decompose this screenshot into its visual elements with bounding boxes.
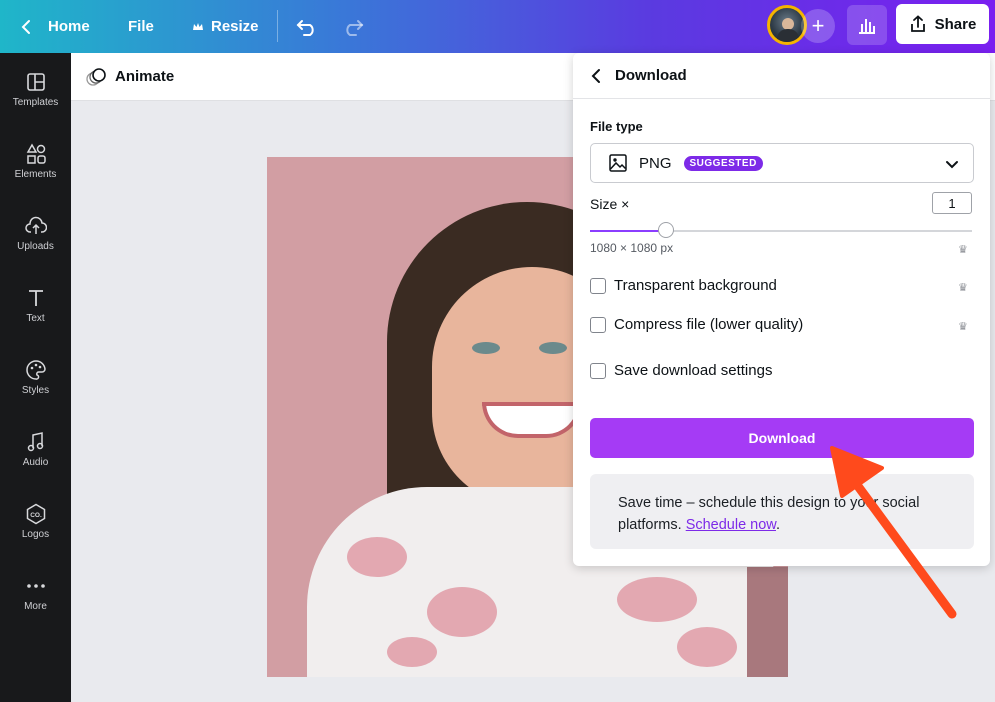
photo-eye-right <box>539 342 567 354</box>
photo-eye-left <box>472 342 500 354</box>
sidebar-item-templates[interactable]: Templates <box>0 65 71 129</box>
svg-text:CO.: CO. <box>30 512 42 519</box>
redo-button[interactable] <box>342 0 364 53</box>
save-settings-checkbox[interactable] <box>590 362 606 379</box>
download-button[interactable]: Download <box>590 418 974 458</box>
home-label: Home <box>48 18 90 35</box>
text-icon <box>28 290 43 306</box>
download-panel: Download File type PNG SUGGESTED Size × … <box>573 53 990 566</box>
redo-icon <box>346 19 364 36</box>
size-slider-handle[interactable] <box>658 222 675 238</box>
size-label: Size × <box>590 196 630 212</box>
option-label: Transparent background <box>614 277 777 294</box>
size-input[interactable]: 1 <box>932 192 972 214</box>
shirt-pattern <box>347 537 407 577</box>
sidebar-item-styles[interactable]: Styles <box>0 353 71 417</box>
share-icon <box>910 15 925 32</box>
dimensions-readout: 1080 × 1080 px <box>590 241 674 255</box>
option-label: Compress file (lower quality) <box>614 316 804 333</box>
file-type-select[interactable]: PNG SUGGESTED <box>590 143 974 183</box>
size-slider[interactable] <box>590 222 972 238</box>
add-collaborator-button[interactable]: + <box>801 9 835 43</box>
crown-icon: ♛ <box>958 321 968 333</box>
file-type-value: PNG <box>639 154 672 172</box>
share-label: Share <box>934 15 977 33</box>
sidebar-item-more[interactable]: More <box>0 569 71 633</box>
elements-icon <box>26 143 46 164</box>
crown-icon: ♛ <box>958 244 968 256</box>
bar-chart-icon <box>859 19 875 34</box>
back-chevron-icon[interactable] <box>591 68 601 84</box>
sidebar-item-uploads[interactable]: Uploads <box>0 209 71 273</box>
chevron-left-icon <box>21 19 30 34</box>
resize-button[interactable]: Resize <box>192 0 259 53</box>
left-sidebar: Templates Elements Uploads Text Styles A… <box>0 53 71 702</box>
compress-file-option[interactable]: Compress file (lower quality) <box>590 316 803 333</box>
file-menu[interactable]: File <box>128 0 154 53</box>
logos-icon: CO. <box>26 503 45 525</box>
share-button[interactable]: Share <box>896 4 989 44</box>
save-settings-option[interactable]: Save download settings <box>590 362 772 379</box>
suggested-badge: SUGGESTED <box>683 155 763 171</box>
animate-label: Animate <box>115 68 175 85</box>
chevron-down-icon <box>946 161 958 169</box>
transparent-background-option[interactable]: Transparent background <box>590 277 777 294</box>
shirt-pattern <box>387 637 437 667</box>
panel-title: Download <box>615 67 687 84</box>
schedule-promo: Save time – schedule this design to your… <box>590 474 974 549</box>
file-label: File <box>128 18 154 35</box>
promo-end: . <box>775 517 781 533</box>
sidebar-item-text[interactable]: Text <box>0 281 71 345</box>
resize-label: Resize <box>211 18 259 35</box>
crown-icon <box>193 22 203 30</box>
animate-button[interactable]: Animate <box>85 53 174 100</box>
audio-icon <box>27 432 43 452</box>
sidebar-label: Uploads <box>17 241 54 252</box>
templates-icon <box>26 73 45 91</box>
shirt-pattern <box>677 627 737 667</box>
image-icon <box>609 154 627 172</box>
sidebar-label: Elements <box>14 169 57 180</box>
more-icon <box>26 584 45 588</box>
sidebar-label: Audio <box>22 457 49 468</box>
crown-icon: ♛ <box>958 282 968 294</box>
transparent-background-checkbox[interactable] <box>590 277 606 294</box>
size-slider-fill <box>590 230 667 232</box>
toolbar-divider <box>277 10 278 42</box>
home-button[interactable]: Home <box>20 0 90 53</box>
download-panel-header: Download <box>573 53 990 99</box>
sidebar-item-logos[interactable]: CO. Logos <box>0 497 71 561</box>
avatar-body <box>777 29 799 42</box>
photo-shadow <box>747 567 788 677</box>
sidebar-label: Text <box>26 313 45 324</box>
styles-icon <box>25 360 46 380</box>
file-type-label: File type <box>590 119 643 134</box>
undo-button[interactable] <box>296 0 318 53</box>
compress-file-checkbox[interactable] <box>590 316 606 333</box>
uploads-icon <box>24 216 47 234</box>
schedule-now-link[interactable]: Schedule now <box>686 517 776 533</box>
sidebar-label: More <box>24 601 47 612</box>
sidebar-label: Templates <box>12 97 59 108</box>
shirt-pattern <box>617 577 697 622</box>
sidebar-item-elements[interactable]: Elements <box>0 137 71 201</box>
animate-icon <box>86 67 106 86</box>
sidebar-label: Logos <box>21 529 50 540</box>
option-label: Save download settings <box>614 362 773 379</box>
shirt-pattern <box>427 587 497 637</box>
insights-button[interactable] <box>847 5 887 45</box>
top-bar: Home File Resize + Share <box>0 0 995 53</box>
undo-icon <box>296 19 314 36</box>
sidebar-item-audio[interactable]: Audio <box>0 425 71 489</box>
sidebar-label: Styles <box>21 385 50 396</box>
plus-icon: + <box>811 13 825 38</box>
